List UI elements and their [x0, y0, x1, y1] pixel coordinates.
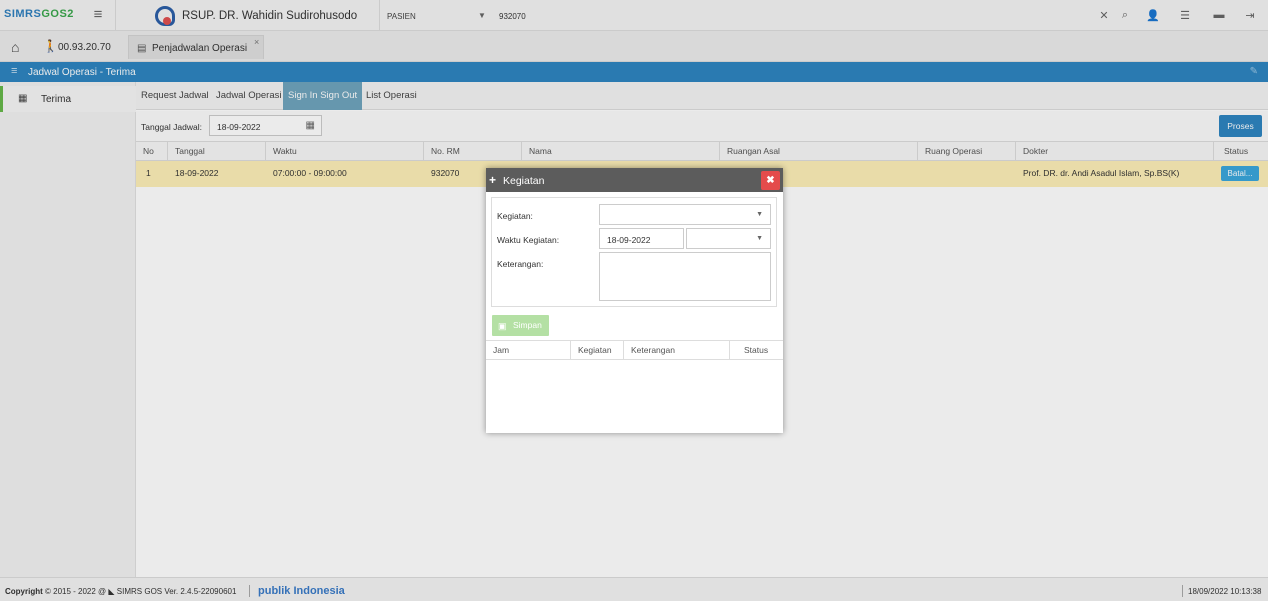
waktu-kegiatan-label: Waktu Kegiatan: — [497, 235, 560, 245]
kegiatan-dialog: + Kegiatan ✖ Kegiatan: ▼ Waktu Kegiatan:… — [486, 168, 783, 433]
kegiatan-form: Kegiatan: ▼ Waktu Kegiatan: 18-09-2022 ▼… — [491, 197, 777, 307]
simpan-button[interactable]: ▣ Simpan — [492, 315, 549, 336]
simpan-label: Simpan — [513, 320, 542, 330]
chevron-down-icon: ▼ — [756, 211, 763, 218]
waktu-time-select[interactable]: ▼ — [686, 228, 771, 249]
col-jam[interactable]: Jam — [486, 341, 571, 360]
kegiatan-select[interactable]: ▼ — [599, 204, 771, 225]
waktu-date-value: 18-09-2022 — [607, 235, 651, 245]
chevron-down-icon: ▼ — [756, 235, 763, 242]
keterangan-textarea[interactable] — [599, 252, 771, 301]
close-button[interactable]: ✖ — [761, 171, 780, 190]
save-icon: ▣ — [498, 321, 507, 331]
col-status[interactable]: Status — [730, 341, 783, 360]
keterangan-label: Keterangan: — [497, 259, 544, 269]
kegiatan-table-header: Jam Kegiatan Keterangan Status — [486, 340, 783, 360]
plus-icon: + — [489, 173, 497, 187]
kegiatan-label: Kegiatan: — [497, 211, 533, 221]
dialog-header: + Kegiatan ✖ — [486, 168, 783, 192]
waktu-date-input[interactable]: 18-09-2022 — [599, 228, 684, 249]
col-keterangan[interactable]: Keterangan — [624, 341, 730, 360]
dialog-title: Kegiatan — [503, 175, 545, 187]
col-kegiatan[interactable]: Kegiatan — [571, 341, 624, 360]
